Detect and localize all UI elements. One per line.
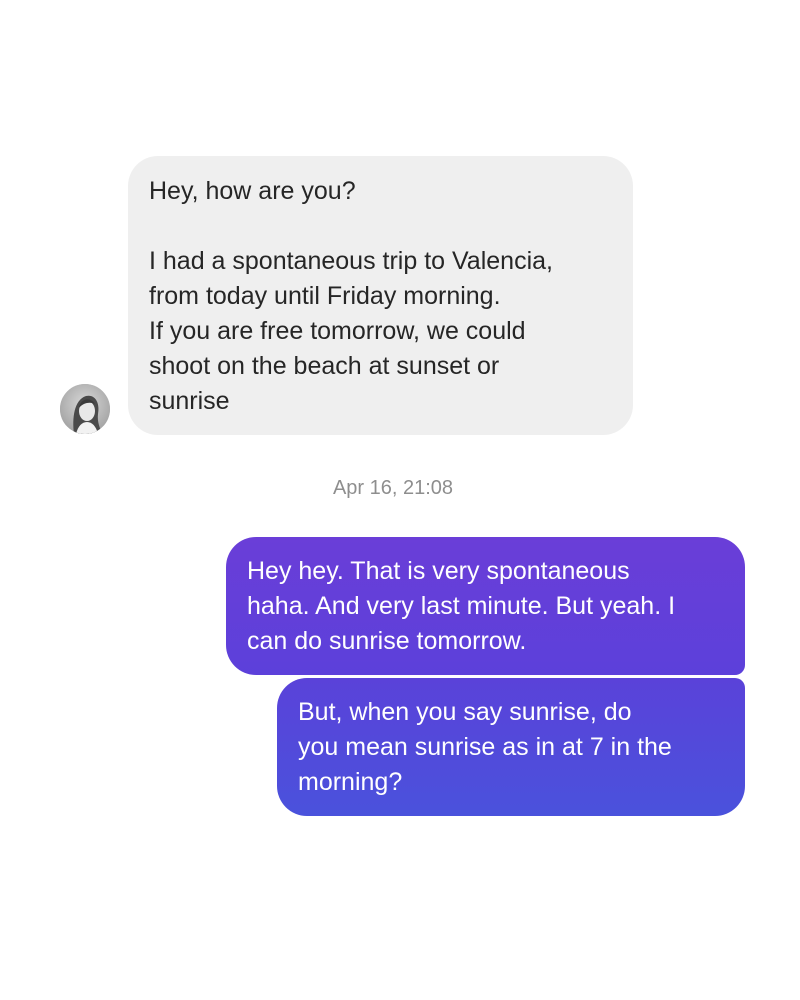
avatar-photo-icon xyxy=(60,384,110,434)
incoming-message-body: I had a spontaneous trip to Valencia, fr… xyxy=(149,247,553,415)
message-thread: Hey, how are you? I had a spontaneous tr… xyxy=(0,0,800,1000)
sender-avatar[interactable] xyxy=(60,384,110,434)
outgoing-message-bubble[interactable]: But, when you say sunrise, do you mean s… xyxy=(277,678,745,816)
message-timestamp: Apr 16, 21:08 xyxy=(332,477,454,499)
incoming-message-bubble[interactable]: Hey, how are you? I had a spontaneous tr… xyxy=(128,156,633,435)
incoming-message-greeting: Hey, how are you? xyxy=(149,177,356,205)
outgoing-message-bubble[interactable]: Hey hey. That is very spontaneous haha. … xyxy=(226,537,745,675)
